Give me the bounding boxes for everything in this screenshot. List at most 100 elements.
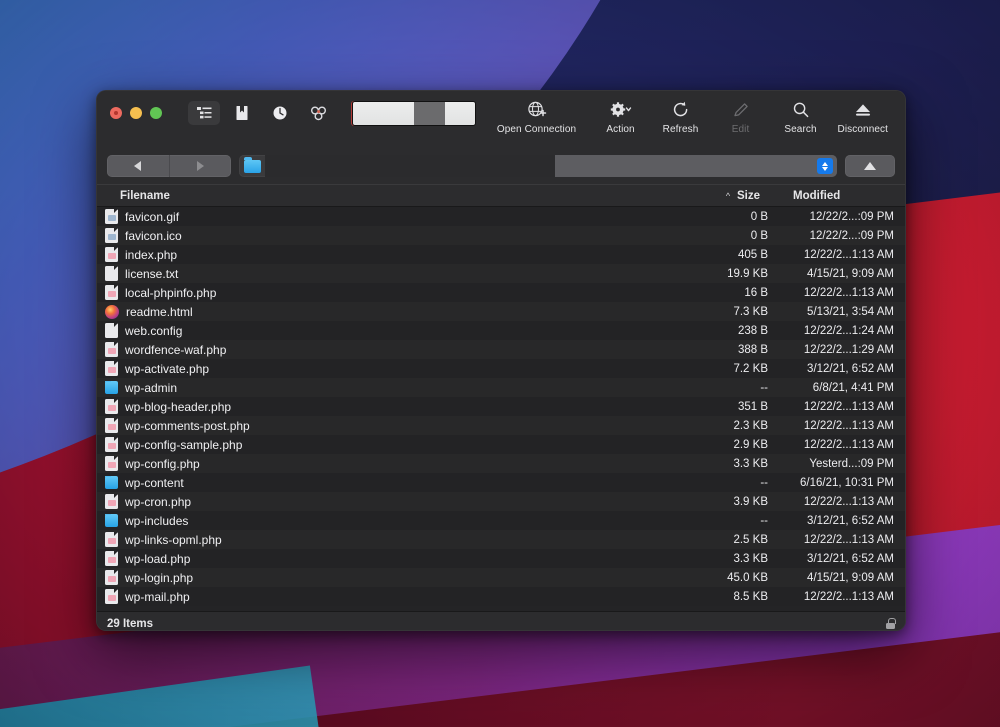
file-size-cell: 16 B [744, 286, 768, 299]
path-combo-dropdown[interactable] [555, 155, 837, 177]
file-name-label: wp-admin [125, 380, 178, 395]
segment-1[interactable] [353, 101, 384, 125]
file-row[interactable]: wp-mail.php 8.5 KB 12/22/2...1:13 AM [97, 587, 905, 606]
clock-history-icon[interactable] [264, 101, 296, 125]
file-size-cell: 45.0 KB [727, 571, 768, 584]
disconnect-button[interactable]: Disconnect [831, 97, 895, 135]
refresh-button[interactable]: Refresh [651, 97, 711, 135]
file-name-cell: wp-config.php [97, 456, 694, 471]
segment-4[interactable] [444, 101, 475, 125]
action-button[interactable]: Action [591, 97, 651, 135]
file-name-label: wp-blog-header.php [125, 399, 232, 414]
file-name-cell: web.config [97, 323, 694, 338]
file-list[interactable]: favicon.gif 0 B 12/22/2...:09 PM favicon.ic… [97, 207, 905, 611]
file-row[interactable]: wp-login.php 45.0 KB 4/15/21, 9:09 AM [97, 568, 905, 587]
file-name-cell: wp-content [97, 475, 694, 490]
file-name-cell: wp-cron.php [97, 494, 694, 509]
file-size-cell: 3.9 KB [733, 495, 768, 508]
file-row[interactable]: wp-cron.php 3.9 KB 12/22/2...1:13 AM [97, 492, 905, 511]
file-size-cell: 7.3 KB [733, 305, 768, 318]
sort-ascending-icon[interactable]: ^ [719, 191, 737, 201]
zoom-button[interactable] [150, 107, 162, 119]
file-row[interactable]: wp-admin -- 6/8/21, 4:41 PM [97, 378, 905, 397]
file-name-cell: favicon.ico [97, 228, 694, 243]
file-size-cell: 7.2 KB [733, 362, 768, 375]
file-name-cell: wordfence-waf.php [97, 342, 694, 357]
path-field[interactable] [239, 155, 837, 177]
toolbar-left-icon-group [188, 101, 334, 125]
file-name-label: local-phpinfo.php [125, 285, 217, 300]
file-name-label: wp-activate.php [125, 361, 210, 376]
column-header-size[interactable]: Size [737, 190, 793, 202]
close-button[interactable] [110, 107, 122, 119]
file-row[interactable]: wp-blog-header.php 351 B 12/22/2...1:13 AM [97, 397, 905, 416]
open-connection-button[interactable]: Open Connection [483, 97, 591, 135]
file-size-cell: 8.5 KB [733, 590, 768, 603]
image-document-icon [105, 209, 118, 224]
file-row[interactable]: wp-load.php 3.3 KB 3/12/21, 6:52 AM [97, 549, 905, 568]
file-row[interactable]: wordfence-waf.php 388 B 12/22/2...1:29 AM [97, 340, 905, 359]
minimize-button[interactable] [130, 107, 142, 119]
file-row[interactable]: readme.html 7.3 KB 5/13/21, 3:54 AM [97, 302, 905, 321]
file-modified-cell: 12/22/2...1:24 AM [803, 324, 894, 337]
file-row[interactable]: favicon.ico 0 B 12/22/2...:09 PM [97, 226, 905, 245]
updown-chevrons-icon [817, 158, 833, 174]
file-modified-cell: 4/15/21, 9:09 AM [807, 571, 894, 584]
php-document-icon [105, 247, 118, 262]
file-name-label: readme.html [126, 304, 193, 319]
segment-2[interactable] [383, 101, 414, 125]
folder-icon [105, 513, 118, 527]
file-size-cell: -- [760, 381, 768, 394]
path-input[interactable] [265, 155, 555, 177]
file-row[interactable]: local-phpinfo.php 16 B 12/22/2...1:13 AM [97, 283, 905, 302]
folder-icon [105, 380, 118, 394]
file-row[interactable]: license.txt 19.9 KB 4/15/21, 9:09 AM [97, 264, 905, 283]
file-row[interactable]: wp-includes -- 3/12/21, 6:52 AM [97, 511, 905, 530]
php-document-icon [105, 570, 118, 585]
file-row[interactable]: wp-config-sample.php 2.9 KB 12/22/2...1:13… [97, 435, 905, 454]
file-modified-cell: 3/12/21, 6:52 AM [807, 514, 894, 527]
parent-directory-button[interactable] [845, 155, 895, 177]
file-size-cell: 3.3 KB [733, 552, 768, 565]
file-size-cell: 405 B [737, 248, 768, 261]
image-document-icon [105, 228, 118, 243]
html-document-icon [105, 304, 119, 319]
php-document-icon [105, 437, 118, 452]
file-row[interactable]: web.config 238 B 12/22/2...1:24 AM [97, 321, 905, 340]
outline-tree-icon[interactable] [188, 101, 220, 125]
file-modified-cell: 3/12/21, 6:52 AM [807, 552, 894, 565]
forward-button[interactable] [168, 155, 232, 177]
search-button[interactable]: Search [771, 97, 831, 135]
file-name-label: index.php [125, 247, 178, 262]
file-row[interactable]: wp-links-opml.php 2.5 KB 12/22/2...1:13 AM [97, 530, 905, 549]
view-mode-segmented-control[interactable] [352, 100, 476, 126]
transmit-rocket-icon[interactable] [302, 101, 334, 125]
file-row[interactable]: index.php 405 B 12/22/2...1:13 AM [97, 245, 905, 264]
edit-button[interactable]: Edit [711, 97, 771, 135]
back-forward-control[interactable] [107, 155, 231, 177]
column-header-filename[interactable]: Filename [97, 190, 719, 202]
file-row[interactable]: wp-comments-post.php 2.3 KB 12/22/2...1:13… [97, 416, 905, 435]
segment-3[interactable] [414, 101, 445, 125]
file-row[interactable]: favicon.gif 0 B 12/22/2...:09 PM [97, 207, 905, 226]
window-titlebar[interactable]: Open Connection Action Refresh Edit Sear… [97, 91, 905, 148]
file-modified-cell: 12/22/2...1:13 AM [803, 438, 894, 451]
file-size-cell: 0 B [750, 210, 768, 223]
file-size-cell: 351 B [737, 400, 768, 413]
file-name-cell: readme.html [97, 304, 694, 319]
file-name-label: favicon.ico [125, 228, 182, 243]
file-name-cell: license.txt [97, 266, 694, 281]
file-name-cell: wp-mail.php [97, 589, 694, 604]
navigation-bar [97, 148, 905, 184]
file-row[interactable]: wp-activate.php 7.2 KB 3/12/21, 6:52 AM [97, 359, 905, 378]
file-size-cell: 3.3 KB [733, 457, 768, 470]
file-modified-cell: 12/22/2...1:13 AM [803, 419, 894, 432]
column-header-modified[interactable]: Modified [793, 190, 905, 202]
ftp-client-window: Open Connection Action Refresh Edit Sear… [96, 90, 906, 631]
file-row[interactable]: wp-content -- 6/16/21, 10:31 PM [97, 473, 905, 492]
gear-chevron-icon [609, 99, 633, 121]
bookmark-icon[interactable] [226, 101, 258, 125]
file-row[interactable]: wp-config.php 3.3 KB Yesterd...:09 PM [97, 454, 905, 473]
back-button[interactable] [107, 155, 169, 177]
file-size-cell: 238 B [737, 324, 768, 337]
